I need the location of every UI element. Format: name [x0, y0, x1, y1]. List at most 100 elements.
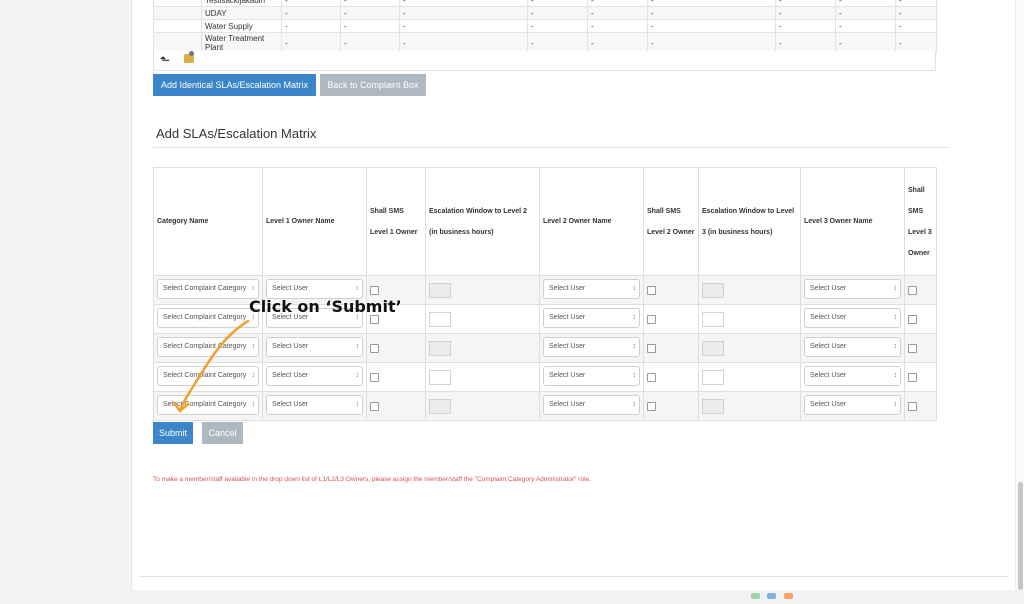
sms-level1-checkbox[interactable]: [370, 343, 379, 353]
escalation-window-l3-input: [702, 398, 724, 414]
table-cell: [904, 362, 937, 392]
sms-level2-checkbox[interactable]: [647, 372, 656, 382]
escalation-window-l3-input[interactable]: [702, 369, 724, 385]
table-cell: Select User ↕: [800, 304, 905, 334]
table-cell: -: [340, 19, 400, 33]
updown-caret-icon: ↕: [632, 372, 637, 379]
column-header: Shall SMS Level 1 Owner: [366, 167, 426, 276]
scrollbar[interactable]: [1015, 0, 1024, 590]
add-identical-sla-button[interactable]: Add Identical SLAs/Escalation Matrix: [153, 74, 316, 96]
level3-owner-select[interactable]: Select User ↕: [804, 366, 901, 386]
table-cell: -: [281, 6, 341, 20]
table-cell: [153, 6, 202, 20]
level2-owner-select[interactable]: Select User ↕: [543, 337, 640, 357]
sms-level3-checkbox[interactable]: [908, 343, 917, 353]
category-select[interactable]: Select Complaint Category ↕: [157, 279, 259, 299]
table-cell: [643, 275, 699, 305]
table-cell: [904, 333, 937, 363]
sms-level1-checkbox[interactable]: [370, 372, 379, 382]
up-arrow-icon[interactable]: ⬑: [160, 53, 170, 67]
select-value: Select User: [810, 285, 847, 292]
select-value: Select User: [549, 285, 586, 292]
updown-caret-icon: ↕: [632, 285, 637, 292]
section-divider: [153, 147, 949, 148]
table-cell: [425, 275, 540, 305]
table-cell: Select User ↕: [539, 304, 644, 334]
table-cell: -: [399, 6, 528, 20]
table-cell: [425, 304, 540, 334]
table-cell: -: [340, 6, 400, 20]
table-cell: [698, 304, 801, 334]
column-header: Level 1 Owner Name: [262, 167, 367, 276]
table-cell: [425, 362, 540, 392]
level3-owner-select[interactable]: Select User ↕: [804, 279, 901, 299]
level3-owner-select[interactable]: Select User ↕: [804, 395, 901, 415]
column-header: Shall SMS Level 3 Owner: [904, 167, 937, 276]
level3-owner-select[interactable]: Select User ↕: [804, 337, 901, 357]
sms-level2-checkbox[interactable]: [647, 314, 656, 324]
table-row: UDAY - - - - - - - - -: [153, 6, 937, 20]
escalation-window-l2-input[interactable]: [429, 369, 451, 385]
sms-level2-checkbox[interactable]: [647, 401, 656, 411]
table-row: Water Supply - - - - - - - - -: [153, 19, 937, 33]
table-cell: Select User ↕: [800, 362, 905, 392]
level2-owner-select[interactable]: Select User ↕: [543, 366, 640, 386]
escalation-window-l3-input: [702, 282, 724, 298]
column-header: Escalation Window to Level 2 (in busines…: [425, 167, 540, 276]
sms-level3-checkbox[interactable]: [908, 285, 917, 295]
sms-level3-checkbox[interactable]: [908, 372, 917, 382]
table-cell: [698, 362, 801, 392]
updown-caret-icon: ↕: [632, 401, 637, 408]
category-name-cell: UDAY: [201, 6, 282, 20]
table-cell: Select User ↕: [539, 391, 644, 421]
select-value: Select User: [549, 314, 586, 321]
table-cell: Select Complaint Category ↕: [153, 275, 263, 305]
submit-button[interactable]: Submit: [153, 422, 193, 444]
column-header: Escalation Window to Level 3 (in busines…: [698, 167, 801, 276]
table-cell: Select User ↕: [800, 275, 905, 305]
table-cell: -: [399, 19, 528, 33]
level1-owner-select[interactable]: Select User ↕: [266, 366, 363, 386]
select-value: Select User: [549, 343, 586, 350]
select-value: Select User: [272, 285, 309, 292]
updown-caret-icon: ↕: [355, 372, 360, 379]
table-cell: [425, 333, 540, 363]
table-cell: [366, 391, 426, 421]
level2-owner-select[interactable]: Select User ↕: [543, 279, 640, 299]
updown-caret-icon: ↕: [632, 343, 637, 350]
table-cell: -: [281, 19, 341, 33]
table-cell: -: [895, 19, 937, 33]
sms-level3-checkbox[interactable]: [908, 314, 917, 324]
back-to-complaint-box-button[interactable]: Back to Complaint Box: [320, 74, 426, 96]
footer-icon-orange[interactable]: [783, 593, 793, 599]
escalation-window-l2-input[interactable]: [429, 311, 451, 327]
footer-icon-blue[interactable]: [767, 593, 777, 599]
level2-owner-select[interactable]: Select User ↕: [543, 308, 640, 328]
folder-user-icon[interactable]: [184, 51, 194, 63]
table-cell: Select User ↕: [262, 333, 367, 363]
tutorial-arrow-icon: [172, 319, 250, 413]
level2-owner-select[interactable]: Select User ↕: [543, 395, 640, 415]
table-cell: [698, 391, 801, 421]
select-value: Select User: [272, 372, 309, 379]
sms-level1-checkbox[interactable]: [370, 401, 379, 411]
table-cell: -: [895, 6, 937, 20]
table-cell: -: [527, 6, 588, 20]
cancel-button[interactable]: Cancel: [202, 422, 243, 444]
footer-icon-green[interactable]: [751, 593, 760, 599]
escalation-window-l2-input: [429, 282, 451, 298]
level1-owner-select[interactable]: Select User ↕: [266, 395, 363, 415]
section-title: Add SLAs/Escalation Matrix: [156, 126, 317, 141]
escalation-window-l3-input[interactable]: [702, 311, 724, 327]
sms-level2-checkbox[interactable]: [647, 343, 656, 353]
escalation-matrix-table: Category Name Level 1 Owner Name Shall SMS…: [153, 167, 937, 421]
sms-level2-checkbox[interactable]: [647, 285, 656, 295]
level1-owner-select[interactable]: Select User ↕: [266, 337, 363, 357]
sms-level3-checkbox[interactable]: [908, 401, 917, 411]
level1-owner-select[interactable]: Select User ↕: [266, 279, 363, 299]
sms-level1-checkbox[interactable]: [370, 285, 379, 295]
level3-owner-select[interactable]: Select User ↕: [804, 308, 901, 328]
table-cell: [698, 333, 801, 363]
scrollbar-thumb[interactable]: [1018, 482, 1023, 590]
table-row: Select Complaint Category ↕ Select User ↕ Se…: [153, 391, 937, 421]
